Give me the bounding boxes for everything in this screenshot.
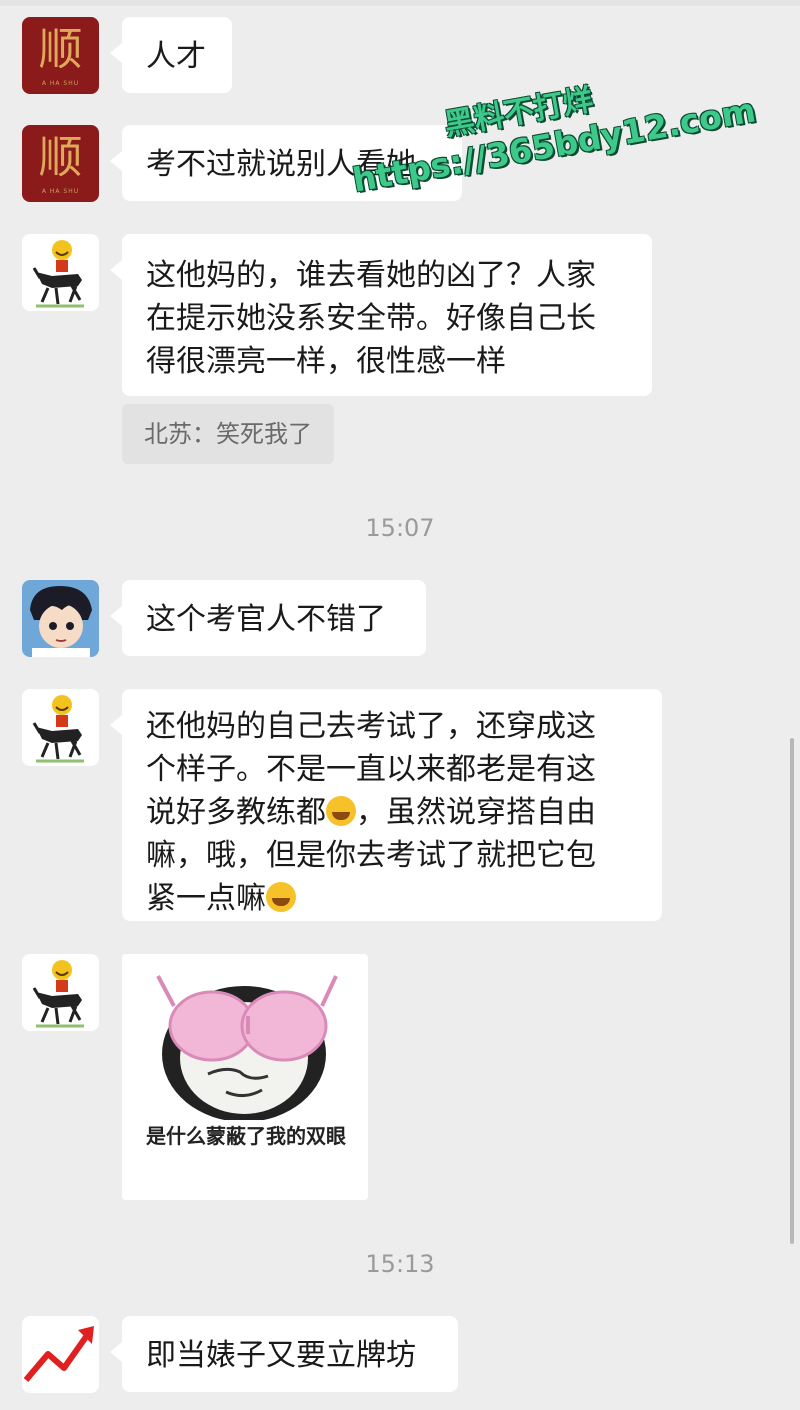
donkey-rider-icon[interactable] bbox=[22, 234, 99, 311]
message-line: 在提示她没系安全带。好像自己长 bbox=[146, 301, 596, 336]
avatar-logo-text: 顺 bbox=[38, 132, 83, 183]
sticker-caption: 是什么蒙蔽了我的双眼 bbox=[146, 1124, 346, 1148]
message-line: 这他妈的，谁去看她的凶了？人家 bbox=[146, 258, 596, 293]
message-text: 这个考官人不错了 bbox=[146, 602, 386, 637]
quote-text: 北苏：笑死我了 bbox=[144, 420, 312, 448]
avatar-logo-text: 顺 bbox=[38, 24, 83, 75]
quoted-reply[interactable]: 北苏：笑死我了 bbox=[122, 404, 334, 464]
watermark: 黑料不打烊 https://365bdy12.com bbox=[342, 47, 759, 199]
donkey-rider-icon[interactable] bbox=[22, 689, 99, 766]
message-bubble[interactable]: 这个考官人不错了 bbox=[110, 580, 426, 656]
timestamp: 15:13 bbox=[365, 1250, 435, 1278]
avatar-logo-small-text: A HA SHU bbox=[41, 188, 80, 195]
message-bubble[interactable]: 即当婊子又要立牌坊 bbox=[110, 1316, 458, 1392]
message-bubble[interactable]: 这他妈的，谁去看她的凶了？人家 在提示她没系安全带。好像自己长 得很漂亮一样，很… bbox=[110, 234, 652, 396]
anime-boy-icon[interactable] bbox=[22, 580, 99, 657]
message-line: 得很漂亮一样，很性感一样 bbox=[146, 344, 506, 379]
message-line: 嘛，哦，但是你去考试了就把它包 bbox=[146, 838, 596, 873]
message-text: 即当婊子又要立牌坊 bbox=[146, 1338, 416, 1373]
message-line: 紧一点嘛 bbox=[146, 877, 638, 920]
donkey-rider-icon[interactable] bbox=[22, 954, 99, 1031]
top-divider bbox=[0, 0, 800, 6]
laughing-tears-emoji-icon bbox=[266, 882, 296, 912]
shun-logo-icon[interactable]: 顺 A HA SHU bbox=[22, 125, 99, 202]
message-text: 人才 bbox=[146, 39, 206, 74]
shun-logo-icon[interactable]: 顺 A HA SHU bbox=[22, 17, 99, 94]
red-arrow-icon[interactable] bbox=[22, 1316, 99, 1393]
scrollbar[interactable] bbox=[790, 738, 794, 1244]
avatar-logo-small-text: A HA SHU bbox=[41, 80, 80, 87]
message-bubble[interactable]: 还他妈的自己去考试了，还穿成这 个样子。不是一直以来都老是有这 说好多教练都 ，虽… bbox=[110, 689, 662, 921]
timestamp: 15:07 bbox=[365, 514, 435, 542]
message-bubble[interactable]: 人才 bbox=[110, 17, 232, 93]
message-line: 个样子。不是一直以来都老是有这 bbox=[146, 752, 596, 787]
message-line: 还他妈的自己去考试了，还穿成这 bbox=[146, 709, 596, 744]
laughing-tears-emoji-icon bbox=[326, 796, 356, 826]
panda-bra-sticker-icon[interactable]: 是什么蒙蔽了我的双眼 bbox=[122, 954, 368, 1200]
message-line: 说好多教练都 ，虽然说穿搭自由 bbox=[146, 795, 596, 830]
